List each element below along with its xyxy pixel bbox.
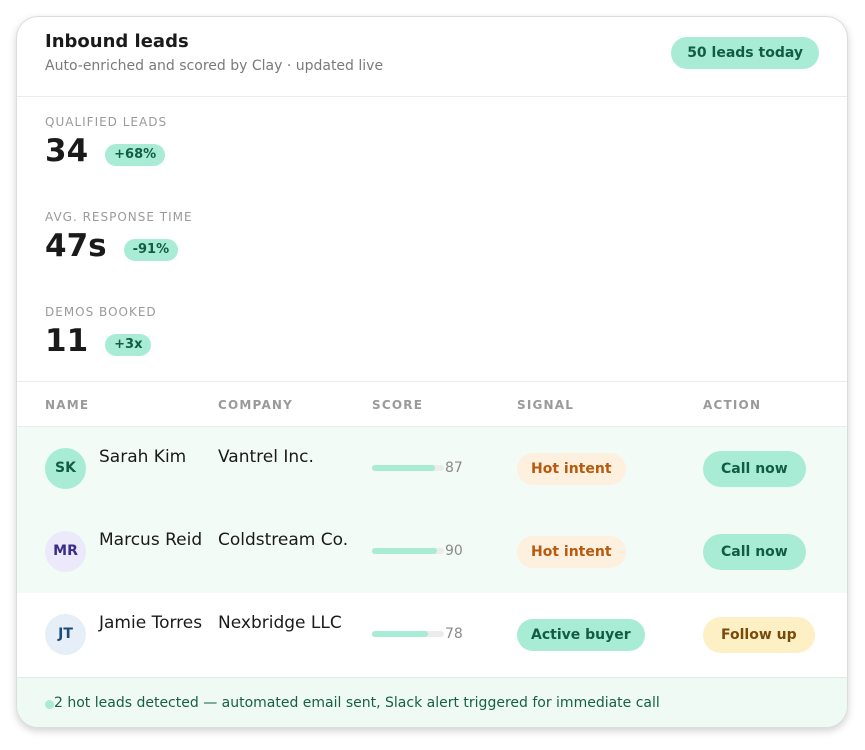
avatar: SK <box>45 448 86 489</box>
metric-value: 11 <box>45 323 89 359</box>
lead-name: Jamie Torres <box>99 613 203 633</box>
lead-name: Marcus Reid <box>99 530 203 550</box>
metric-demos-booked: DEMOS BOOKED 11 +3x <box>45 305 157 359</box>
column-header-action: ACTION <box>703 398 762 412</box>
metric-value: 47s <box>45 228 107 264</box>
table-row: JT Jamie Torres Nexbridge LLC 78 Active … <box>17 593 847 676</box>
signal-badge: Hot intent <box>517 536 626 568</box>
score-bar <box>372 631 444 637</box>
metric-label: QUALIFIED LEADS <box>45 115 168 129</box>
metric-value: 34 <box>45 133 89 169</box>
metric-qualified-leads: QUALIFIED LEADS 34 +68% <box>45 115 167 169</box>
metric-avg-response-time: AVG. RESPONSE TIME 47s -91% <box>45 210 193 264</box>
score-value: 87 <box>445 460 463 476</box>
lead-company: Coldstream Co. <box>218 530 349 550</box>
metric-delta-badge: +68% <box>105 144 166 166</box>
score-value: 78 <box>445 626 463 642</box>
score-bar <box>372 548 444 554</box>
score-value: 90 <box>445 543 463 559</box>
column-header-signal: SIGNAL <box>517 398 575 412</box>
avatar: JT <box>45 614 86 655</box>
table-row: MR Marcus Reid Coldstream Co. 90 Hot int… <box>17 510 847 593</box>
signal-badge: Hot intent <box>517 453 626 485</box>
lead-company: Nexbridge LLC <box>218 613 342 633</box>
call-now-button[interactable]: Call now <box>703 451 806 487</box>
metric-label: DEMOS BOOKED <box>45 305 157 319</box>
avatar: MR <box>45 531 86 572</box>
lead-company: Vantrel Inc. <box>218 447 314 467</box>
card-subtitle: Auto-enriched and scored by Clay · updat… <box>45 58 384 74</box>
score-bar-fill <box>372 465 435 471</box>
metrics-panel: QUALIFIED LEADS 34 +68% AVG. RESPONSE TI… <box>17 97 847 382</box>
metric-delta-badge: -91% <box>123 239 179 261</box>
card-title: Inbound leads <box>45 31 189 52</box>
metric-delta-badge: +3x <box>105 334 152 356</box>
card-header: Inbound leads Auto-enriched and scored b… <box>17 17 847 97</box>
call-now-button[interactable]: Call now <box>703 534 806 570</box>
status-footer: 2 hot leads detected — automated email s… <box>17 677 847 727</box>
column-header-company: COMPANY <box>218 398 294 412</box>
score-bar <box>372 465 444 471</box>
leads-today-badge: 50 leads today <box>671 37 819 69</box>
lead-name: Sarah Kim <box>99 447 187 467</box>
follow-up-button[interactable]: Follow up <box>703 617 815 653</box>
inbound-leads-card: Inbound leads Auto-enriched and scored b… <box>16 16 848 728</box>
metric-label: AVG. RESPONSE TIME <box>45 210 193 224</box>
leads-table-header: NAME COMPANY SCORE SIGNAL ACTION <box>17 382 847 427</box>
score-bar-fill <box>372 631 429 637</box>
table-row: SK Sarah Kim Vantrel Inc. 87 Hot intent … <box>17 427 847 510</box>
column-header-name: NAME <box>45 398 90 412</box>
signal-badge: Active buyer <box>517 619 645 651</box>
score-bar-fill <box>372 548 437 554</box>
status-dot-icon <box>45 700 54 709</box>
column-header-score: SCORE <box>372 398 424 412</box>
status-message: 2 hot leads detected — automated email s… <box>54 695 660 711</box>
